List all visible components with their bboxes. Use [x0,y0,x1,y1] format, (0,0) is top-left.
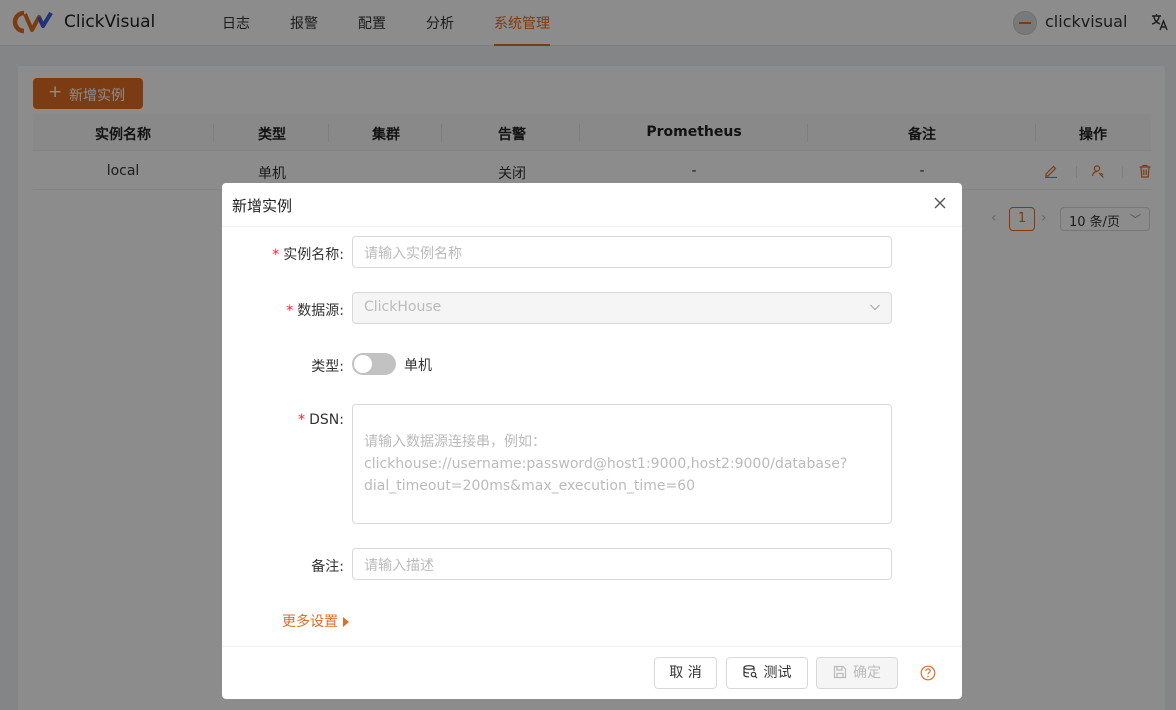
datasource-value: ClickHouse [364,299,442,315]
save-icon [833,665,847,679]
field-label-instance-name: * 实例名称: [272,247,344,263]
modal-header-divider [222,226,962,227]
instance-name-placeholder: 请输入实例名称 [364,246,462,262]
chevron-down-icon [870,304,880,311]
caret-right-icon [343,617,349,627]
field-label-dsn: * DSN: [298,412,344,428]
dsn-label-text: DSN [309,412,340,428]
dsn-textarea[interactable]: 请输入数据源连接串，例如： clickhouse://username:pass… [352,404,892,524]
dsn-placeholder: 请输入数据源连接串，例如： clickhouse://username:pass… [364,434,848,494]
modal-title: 新增实例 [232,197,293,215]
cluster-mode-switch[interactable] [352,353,396,375]
required-mark: * [298,412,306,428]
close-icon[interactable] [932,195,948,211]
remark-label-text: 备注 [311,559,340,575]
database-search-icon [742,665,757,679]
required-mark: * [272,247,280,263]
remark-input[interactable]: 请输入描述 [352,548,892,580]
switch-knob [354,355,372,373]
confirm-button[interactable]: 确定 [816,657,898,689]
add-instance-modal: 新增实例 * 实例名称: 请输入实例名称 * 数据源: ClickHouse 类型:… [222,183,962,699]
field-label-type: 类型: [311,359,344,375]
field-label-remark: 备注: [311,559,344,575]
datasource-label-text: 数据源 [297,303,340,319]
confirm-label: 确定 [853,665,881,681]
more-settings-label: 更多设置 [282,614,338,630]
test-button[interactable]: 测试 [726,657,808,689]
cancel-label: 取 消 [669,665,702,681]
required-mark: * [286,303,294,319]
field-label-datasource: * 数据源: [286,303,344,319]
type-label-text: 类型 [311,359,340,375]
help-icon[interactable] [920,665,936,681]
instance-name-input[interactable]: 请输入实例名称 [352,236,892,268]
test-label: 测试 [763,665,792,681]
cancel-button[interactable]: 取 消 [654,657,717,689]
switch-text: 单机 [404,358,432,374]
more-settings-link[interactable]: 更多设置 [282,611,349,631]
modal-footer-divider [222,646,962,647]
datasource-select[interactable]: ClickHouse [352,292,892,324]
instance-name-label-text: 实例名称 [283,247,340,263]
remark-placeholder: 请输入描述 [364,558,434,574]
